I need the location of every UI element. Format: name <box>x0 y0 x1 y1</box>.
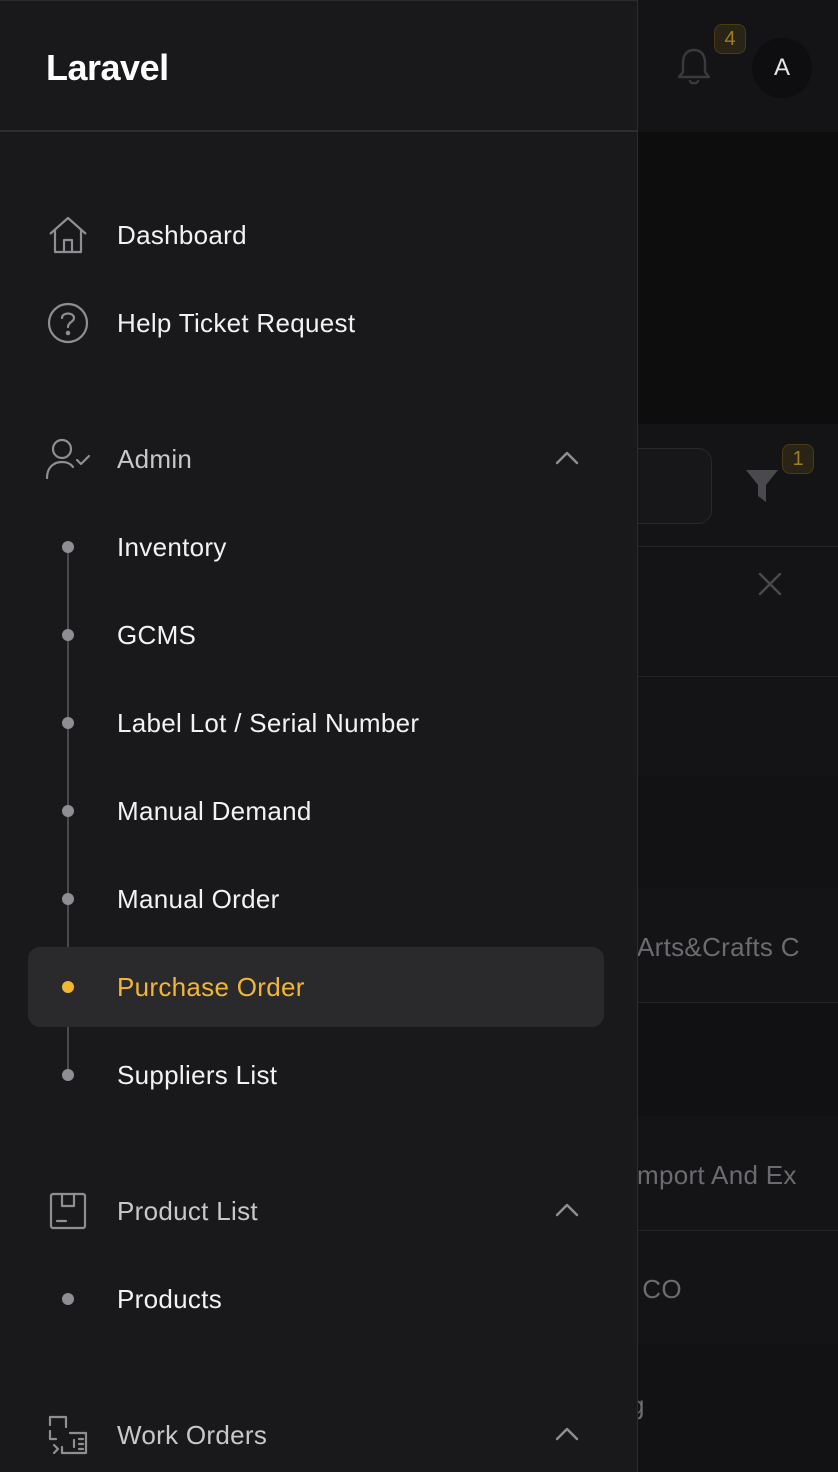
sidebar-item-label: Products <box>117 1284 223 1314</box>
package-icon <box>44 1187 92 1235</box>
app-page: 4 A 1 Arts&Crafts C mport And Ex g CO g … <box>0 0 838 1472</box>
sidebar-group-label: Work Orders <box>117 1419 268 1450</box>
close-icon[interactable] <box>756 570 784 598</box>
sidebar-item-dashboard[interactable]: Dashboard <box>28 195 604 275</box>
sidebar-header: Laravel <box>0 1 637 132</box>
sidebar-item-purchase-order[interactable]: Purchase Order <box>28 947 604 1027</box>
sidebar-item-label: Purchase Order <box>117 972 305 1002</box>
sidebar-item-label: Inventory <box>117 532 227 562</box>
sidebar-item-gcms[interactable]: GCMS <box>28 595 604 675</box>
bullet-icon <box>62 541 74 553</box>
sidebar-item-label: Suppliers List <box>117 1060 278 1090</box>
sidebar-item-label: Label Lot / Serial Number <box>117 708 420 738</box>
sidebar-item-manual-order[interactable]: Manual Order <box>28 859 604 939</box>
avatar[interactable]: A <box>752 38 812 98</box>
sidebar-item-suppliers-list[interactable]: Suppliers List <box>28 1035 604 1115</box>
table-cell: mport And Ex <box>637 1160 797 1190</box>
chevron-up-icon[interactable] <box>554 1199 580 1223</box>
sidebar-item-label-lot[interactable]: Label Lot / Serial Number <box>28 683 604 763</box>
sidebar-group-admin[interactable]: Admin <box>28 419 604 499</box>
bullet-icon <box>62 805 74 817</box>
help-circle-icon <box>44 299 92 347</box>
sidebar-group-label: Product List <box>117 1195 258 1226</box>
bullet-icon <box>62 1293 74 1305</box>
sidebar-item-manual-demand[interactable]: Manual Demand <box>28 771 604 851</box>
sidebar-group-label: Admin <box>117 443 193 474</box>
bullet-icon <box>62 981 74 993</box>
brand-logo[interactable]: Laravel <box>46 47 169 89</box>
bullet-icon <box>62 629 74 641</box>
sidebar-item-help-ticket[interactable]: Help Ticket Request <box>28 283 604 363</box>
sidebar-item-label: Manual Order <box>117 884 280 914</box>
home-icon <box>44 211 92 259</box>
chevron-up-icon[interactable] <box>554 1423 580 1447</box>
filter-count-badge: 1 <box>782 444 814 474</box>
notification-count-badge: 4 <box>714 24 746 54</box>
bullet-icon <box>62 893 74 905</box>
sidebar-item-products[interactable]: Products <box>28 1259 604 1339</box>
sidebar: Laravel Dashboard Help Ticket Request Ad… <box>0 0 638 1472</box>
bullet-icon <box>62 717 74 729</box>
sidebar-group-work-orders[interactable]: Work Orders <box>28 1395 604 1472</box>
bullet-icon <box>62 1069 74 1081</box>
work-order-icon <box>44 1411 92 1459</box>
sidebar-item-label: Dashboard <box>117 219 247 250</box>
table-cell: Arts&Crafts C <box>637 932 800 962</box>
sidebar-item-label: Help Ticket Request <box>117 307 356 338</box>
chevron-up-icon[interactable] <box>554 447 580 471</box>
user-check-icon <box>44 435 92 483</box>
sidebar-group-product-list[interactable]: Product List <box>28 1171 604 1251</box>
sidebar-item-inventory[interactable]: Inventory <box>28 507 604 587</box>
sidebar-item-label: Manual Demand <box>117 796 312 826</box>
filter-icon[interactable] <box>744 466 780 506</box>
bell-icon[interactable] <box>674 44 714 88</box>
sidebar-item-label: GCMS <box>117 620 197 650</box>
